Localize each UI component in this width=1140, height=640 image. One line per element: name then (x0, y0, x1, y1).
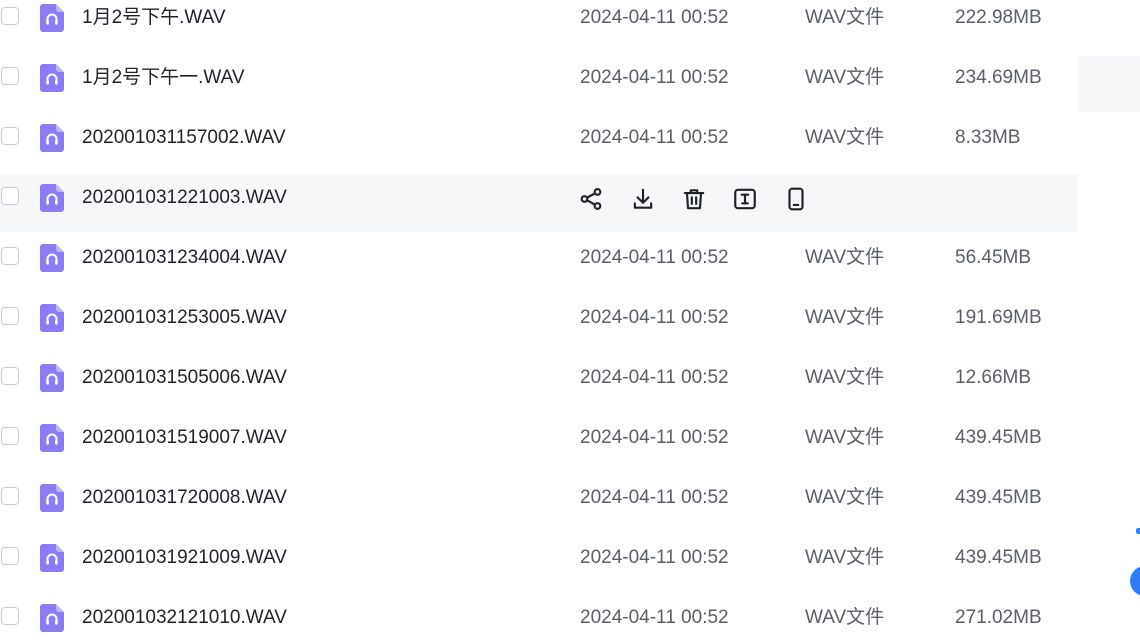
row-checkbox[interactable] (1, 187, 19, 205)
file-type: WAV文件 (805, 367, 885, 388)
file-row[interactable]: 202001031157002.WAV 2024-04-11 00:52 WAV文件… (0, 114, 1078, 172)
audio-file-icon (40, 604, 64, 632)
download-icon (630, 188, 656, 216)
file-name[interactable]: 202001031519007.WAV (82, 426, 287, 450)
send-to-phone-button[interactable] (783, 186, 809, 212)
row-checkbox[interactable] (1, 7, 19, 25)
download-button[interactable] (630, 186, 656, 212)
file-row[interactable]: 1月2号下午.WAV 2024-04-11 00:52 WAV文件 222.98MB (0, 0, 1078, 52)
file-type: WAV文件 (805, 67, 885, 88)
row-checkbox[interactable] (1, 427, 19, 445)
file-row[interactable]: 202001031519007.WAV 2024-04-11 00:52 WAV文件… (0, 414, 1078, 472)
rename-icon (732, 188, 758, 216)
share-button[interactable] (578, 186, 604, 212)
audio-file-icon (40, 184, 64, 212)
audio-file-icon (40, 424, 64, 452)
row-checkbox[interactable] (1, 487, 19, 505)
row-checkbox[interactable] (1, 247, 19, 265)
file-type: WAV文件 (805, 547, 885, 568)
file-size: 8.33MB (955, 127, 1021, 148)
file-modified-date: 2024-04-11 00:52 (580, 127, 729, 148)
rename-button[interactable] (732, 186, 758, 212)
file-type: WAV文件 (805, 427, 885, 448)
file-row[interactable]: 202001031253005.WAV 2024-04-11 00:52 WAV文件… (0, 294, 1078, 352)
file-size: 271.02MB (955, 607, 1042, 628)
file-name[interactable]: 202001031221003.WAV (82, 186, 287, 210)
file-modified-date: 2024-04-11 00:52 (580, 487, 729, 508)
row-checkbox[interactable] (1, 367, 19, 385)
file-row[interactable]: 202001031221003.WAV (0, 174, 1078, 232)
file-size: 222.98MB (955, 7, 1042, 28)
file-size: 439.45MB (955, 487, 1042, 508)
file-type: WAV文件 (805, 7, 885, 28)
file-type: WAV文件 (805, 127, 885, 148)
file-modified-date: 2024-04-11 00:52 (580, 67, 729, 88)
file-type: WAV文件 (805, 487, 885, 508)
file-row[interactable]: 202001031720008.WAV 2024-04-11 00:52 WAV文件… (0, 474, 1078, 532)
file-type: WAV文件 (805, 247, 885, 268)
audio-file-icon (40, 304, 64, 332)
row-checkbox[interactable] (1, 607, 19, 625)
file-name[interactable]: 202001031505006.WAV (82, 366, 287, 390)
file-modified-date: 2024-04-11 00:52 (580, 427, 729, 448)
file-type: WAV文件 (805, 307, 885, 328)
file-row[interactable]: 1月2号下午一.WAV 2024-04-11 00:52 WAV文件 234.69MB (0, 54, 1078, 112)
file-modified-date: 2024-04-11 00:52 (580, 367, 729, 388)
file-size: 439.45MB (955, 547, 1042, 568)
file-name[interactable]: 202001032121010.WAV (82, 606, 287, 630)
row-checkbox[interactable] (1, 307, 19, 325)
audio-file-icon (40, 64, 64, 92)
edge-indicator (1136, 528, 1140, 534)
delete-button[interactable] (681, 186, 707, 212)
file-modified-date: 2024-04-11 00:52 (580, 607, 729, 628)
file-name[interactable]: 202001031157002.WAV (82, 126, 286, 150)
row-checkbox[interactable] (1, 67, 19, 85)
file-name[interactable]: 202001031921009.WAV (82, 546, 287, 570)
trash-icon (681, 189, 707, 216)
file-modified-date: 2024-04-11 00:52 (580, 547, 729, 568)
file-type: WAV文件 (805, 607, 885, 628)
file-row[interactable]: 202001031921009.WAV 2024-04-11 00:52 WAV文件… (0, 534, 1078, 592)
side-panel-strip (1078, 56, 1140, 112)
phone-icon (783, 187, 809, 216)
audio-file-icon (40, 244, 64, 272)
share-icon (578, 188, 604, 216)
row-checkbox[interactable] (1, 547, 19, 565)
file-name[interactable]: 202001031253005.WAV (82, 306, 287, 330)
file-size: 12.66MB (955, 367, 1032, 388)
file-name[interactable]: 1月2号下午一.WAV (82, 66, 245, 90)
file-row[interactable]: 202001031505006.WAV 2024-04-11 00:52 WAV文件… (0, 354, 1078, 412)
file-size: 439.45MB (955, 427, 1042, 448)
audio-file-icon (40, 544, 64, 572)
file-name[interactable]: 202001031234004.WAV (82, 246, 287, 270)
file-row[interactable]: 202001031234004.WAV 2024-04-11 00:52 WAV文件… (0, 234, 1078, 292)
file-row[interactable]: 202001032121010.WAV 2024-04-11 00:52 WAV文件… (0, 594, 1078, 640)
audio-file-icon (40, 484, 64, 512)
file-size: 191.69MB (955, 307, 1042, 328)
file-size: 234.69MB (955, 67, 1042, 88)
file-list: 1月2号下午.WAV 2024-04-11 00:52 WAV文件 222.98MB 1… (0, 0, 1140, 640)
row-checkbox[interactable] (1, 127, 19, 145)
file-modified-date: 2024-04-11 00:52 (580, 247, 729, 268)
audio-file-icon (40, 364, 64, 392)
audio-file-icon (40, 4, 64, 32)
file-modified-date: 2024-04-11 00:52 (580, 307, 729, 328)
file-name[interactable]: 202001031720008.WAV (82, 486, 287, 510)
audio-file-icon (40, 124, 64, 152)
file-name[interactable]: 1月2号下午.WAV (82, 6, 226, 30)
file-size: 56.45MB (955, 247, 1032, 268)
file-modified-date: 2024-04-11 00:52 (580, 7, 729, 28)
